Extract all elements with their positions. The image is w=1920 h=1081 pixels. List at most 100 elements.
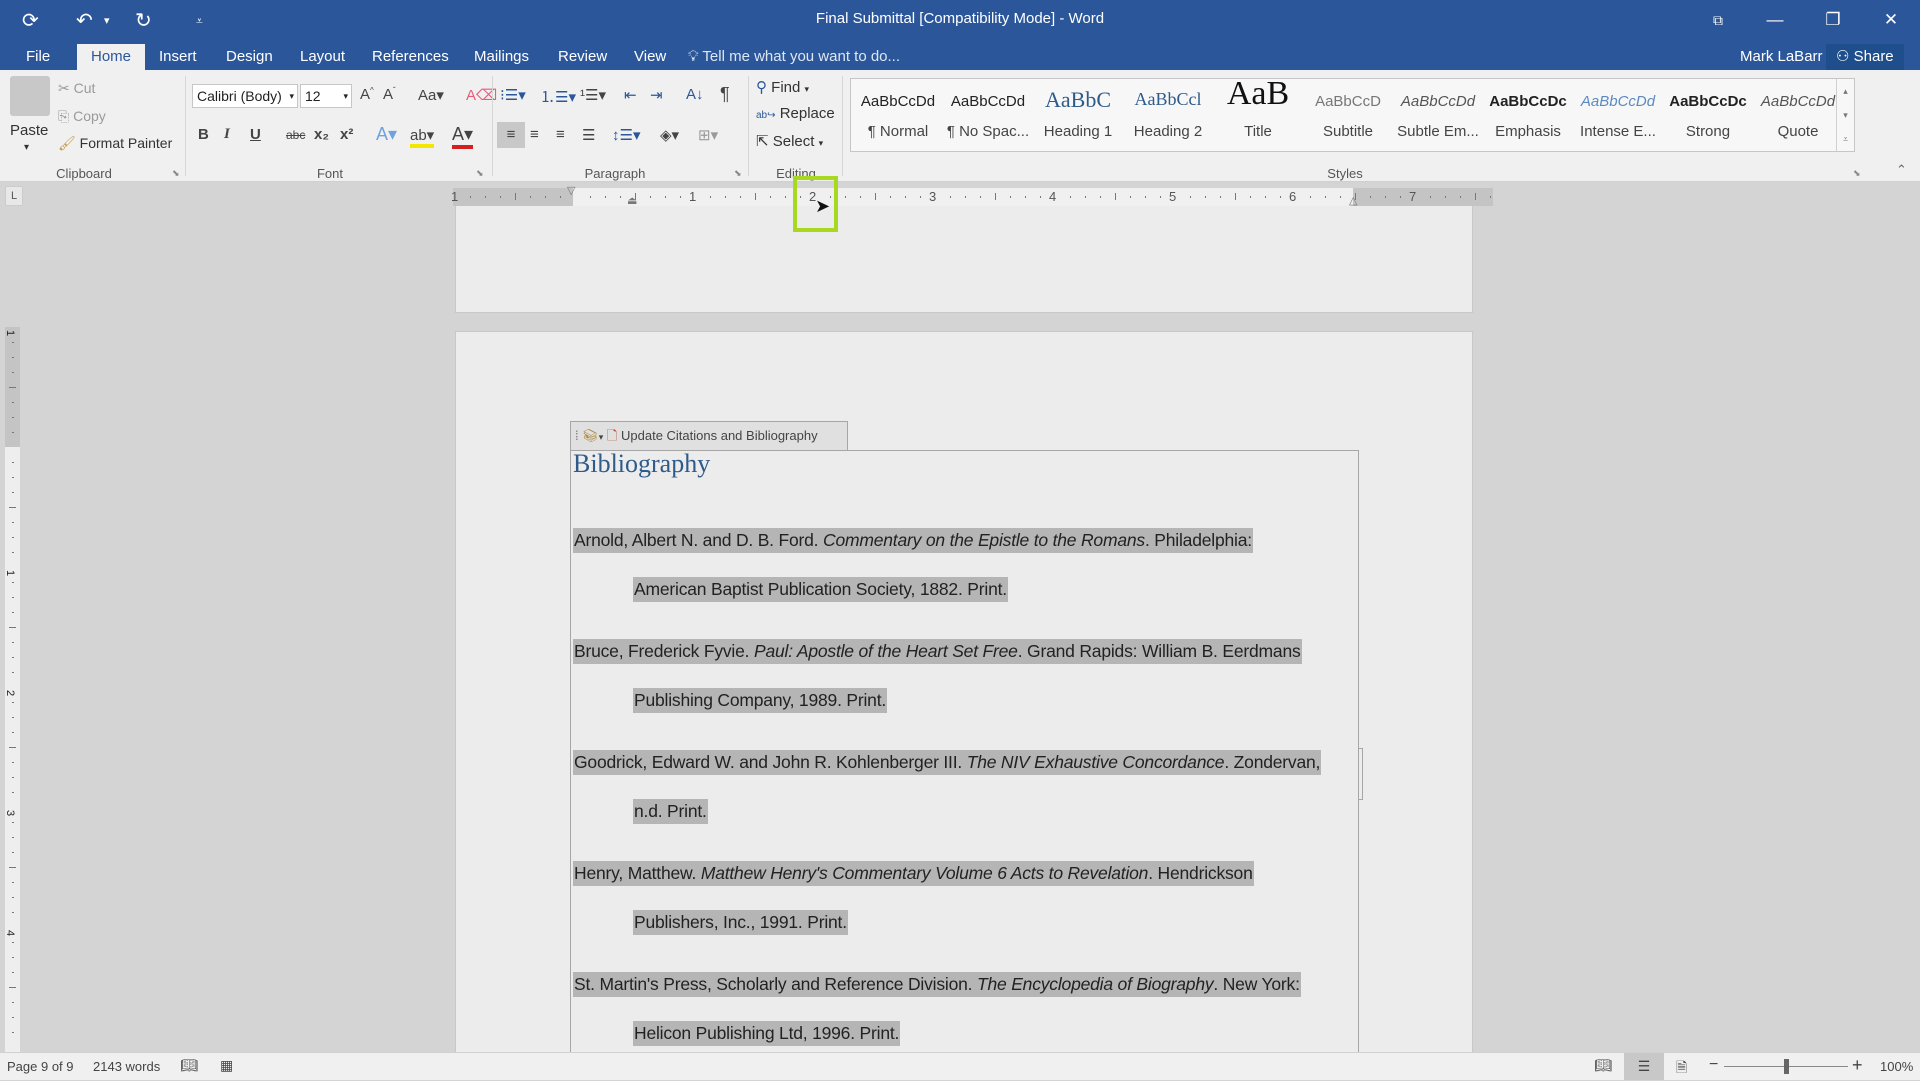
macro-recording-icon[interactable]: ▦ <box>220 1057 233 1074</box>
read-mode-icon[interactable]: 📖︎ <box>1594 1057 1612 1074</box>
zoom-level[interactable]: 100% <box>1880 1059 1913 1074</box>
restore-icon[interactable]: ❐ <box>1810 4 1856 36</box>
decrease-indent-icon[interactable]: ⇤ <box>624 86 637 104</box>
horizontal-ruler[interactable]: 1 1 2 3 4 5 6 7 ▽ ⏏ △ <box>451 185 1493 207</box>
select-button[interactable]: ⇱ Select ▾ <box>756 132 823 150</box>
italic-icon[interactable]: I <box>224 126 230 143</box>
vertical-ruler[interactable]: 1 1 2 3 4 <box>4 327 20 1052</box>
style-normal[interactable]: AaBbCcDd ¶ Normal <box>853 79 943 151</box>
zoom-slider-thumb[interactable] <box>1784 1059 1789 1074</box>
tell-me-box[interactable]: 💡︎ Tell me what you want to do... <box>688 44 900 70</box>
paragraph-launcher-icon[interactable]: ⬊ <box>734 168 742 179</box>
format-painter-button[interactable]: 🖌︎ Format Painter <box>58 135 172 152</box>
brush-icon: 🖌︎ <box>58 135 76 151</box>
style-subtle-emphasis[interactable]: AaBbCcDd Subtle Em... <box>1393 79 1483 151</box>
bold-icon[interactable]: B <box>198 126 209 143</box>
vruler-tick <box>12 762 14 763</box>
grow-font-icon[interactable]: A^ <box>360 86 374 103</box>
ruler-tick <box>665 196 666 198</box>
page-count[interactable]: Page 9 of 9 <box>7 1059 74 1074</box>
tab-review[interactable]: Review <box>546 44 619 70</box>
borders-icon[interactable]: ⊞▾ <box>698 126 718 144</box>
align-center-icon[interactable]: ≡ <box>530 126 539 143</box>
print-layout-icon[interactable]: ☰ <box>1624 1053 1664 1080</box>
word-count[interactable]: 2143 words <box>93 1059 160 1074</box>
align-right-icon[interactable]: ≡ <box>556 126 565 143</box>
vruler-number: 4 <box>4 929 17 937</box>
clipboard-launcher-icon[interactable]: ⬊ <box>172 168 180 179</box>
text-effects-icon[interactable]: A▾ <box>376 124 397 145</box>
ruler-tick <box>1400 196 1401 198</box>
shrink-font-icon[interactable]: Aˇ <box>383 86 396 103</box>
tab-file[interactable]: File <box>14 44 62 70</box>
tab-selector[interactable]: L <box>5 186 23 206</box>
minimize-icon[interactable]: — <box>1752 4 1798 36</box>
ruler-tick <box>485 196 486 198</box>
close-icon[interactable]: ✕ <box>1868 4 1914 36</box>
collapse-ribbon-icon[interactable]: ⌃ <box>1896 162 1907 178</box>
tab-design[interactable]: Design <box>214 44 285 70</box>
style-strong[interactable]: AaBbCcDc Strong <box>1663 79 1753 151</box>
ruler-number: 5 <box>1169 189 1177 204</box>
bibliography-control-tab[interactable]: ⁞ 📚︎▾ 🗋︎ Update Citations and Bibliograp… <box>570 421 848 450</box>
style-quote[interactable]: AaBbCcDd Quote <box>1753 79 1843 151</box>
vruler-tick <box>12 717 14 718</box>
font-name-box[interactable]: Calibri (Body) ▾ <box>192 84 298 108</box>
ruler-tick <box>950 196 951 198</box>
paste-dropdown-icon[interactable]: ▾ <box>24 142 29 153</box>
strikethrough-icon[interactable]: abc <box>286 128 305 142</box>
proofing-icon[interactable]: 📖︎ <box>180 1057 198 1074</box>
style-title[interactable]: AaB Title <box>1213 75 1303 151</box>
font-color-icon[interactable]: A▾ <box>452 124 474 149</box>
style-intense-emphasis[interactable]: AaBbCcDd Intense E... <box>1573 79 1663 151</box>
font-size-box[interactable]: 12 ▾ <box>300 84 352 108</box>
change-case-icon[interactable]: Aa▾ <box>418 86 444 104</box>
multilevel-list-icon[interactable]: ¹☰▾ <box>580 86 606 104</box>
highlight-color-icon[interactable]: ab▾ <box>410 126 435 148</box>
ruler-tick <box>500 196 501 198</box>
ruler-tick <box>545 196 546 198</box>
bullets-icon[interactable]: ⁝☰▾ <box>500 86 526 104</box>
line-spacing-icon[interactable]: ↕☰▾ <box>612 126 640 144</box>
tab-mailings[interactable]: Mailings <box>462 44 541 70</box>
tab-home[interactable]: Home <box>77 44 145 70</box>
align-left-icon[interactable]: ≡ <box>497 122 525 148</box>
zoom-in-button[interactable]: + <box>1852 1055 1863 1076</box>
find-button[interactable]: ⚲ Find ▾ <box>756 78 809 96</box>
superscript-icon[interactable]: x² <box>340 126 353 143</box>
style-subtitle[interactable]: AaBbCcD Subtitle <box>1303 79 1393 151</box>
magnifier-icon: ⚲ <box>756 79 767 96</box>
subscript-icon[interactable]: x₂ <box>314 126 329 143</box>
font-launcher-icon[interactable]: ⬊ <box>476 168 484 179</box>
web-layout-icon[interactable]: 🗎︎ <box>1676 1057 1687 1081</box>
tab-view[interactable]: View <box>622 44 678 70</box>
drag-handle-icon[interactable]: ⁞ <box>575 428 579 443</box>
ribbon-display-options-icon[interactable]: ⧉ <box>1695 4 1741 36</box>
tab-references[interactable]: References <box>360 44 461 70</box>
show-marks-icon[interactable]: ¶ <box>720 84 730 105</box>
style-emphasis[interactable]: AaBbCcDc Emphasis <box>1483 79 1573 151</box>
shading-icon[interactable]: ◈▾ <box>660 126 679 144</box>
paste-button[interactable]: Paste <box>10 122 48 139</box>
increase-indent-icon[interactable]: ⇥ <box>650 86 663 104</box>
tab-layout[interactable]: Layout <box>288 44 357 70</box>
styles-scrollbar[interactable]: ▴ ▾ ⩡ <box>1836 79 1854 151</box>
cut-button[interactable]: ✂ Cut <box>58 80 95 97</box>
copy-button[interactable]: ⎘ Copy <box>58 108 106 125</box>
bibliographies-icon[interactable]: 📚︎ <box>582 428 599 443</box>
sort-icon[interactable]: A↓ <box>686 86 704 103</box>
underline-icon[interactable]: U <box>250 126 261 143</box>
style-heading-1[interactable]: AaBbC Heading 1 <box>1033 79 1123 151</box>
tab-insert[interactable]: Insert <box>147 44 209 70</box>
first-line-indent-marker[interactable]: ▽ <box>567 184 575 197</box>
update-citations-button[interactable]: Update Citations and Bibliography <box>621 428 818 443</box>
style-heading-2[interactable]: AaBbCcl Heading 2 <box>1123 79 1213 151</box>
share-button[interactable]: ⚇ Share <box>1826 44 1904 70</box>
justify-icon[interactable]: ☰ <box>582 126 595 144</box>
zoom-out-button[interactable]: − <box>1709 1056 1718 1074</box>
styles-launcher-icon[interactable]: ⬊ <box>1853 168 1861 179</box>
style-no-spacing[interactable]: AaBbCcDd ¶ No Spac... <box>943 79 1033 151</box>
replace-button[interactable]: ab↪ Replace <box>756 105 835 122</box>
numbering-icon[interactable]: ⒈☰▾ <box>540 86 576 107</box>
user-name[interactable]: Mark LaBarr <box>1728 44 1835 70</box>
